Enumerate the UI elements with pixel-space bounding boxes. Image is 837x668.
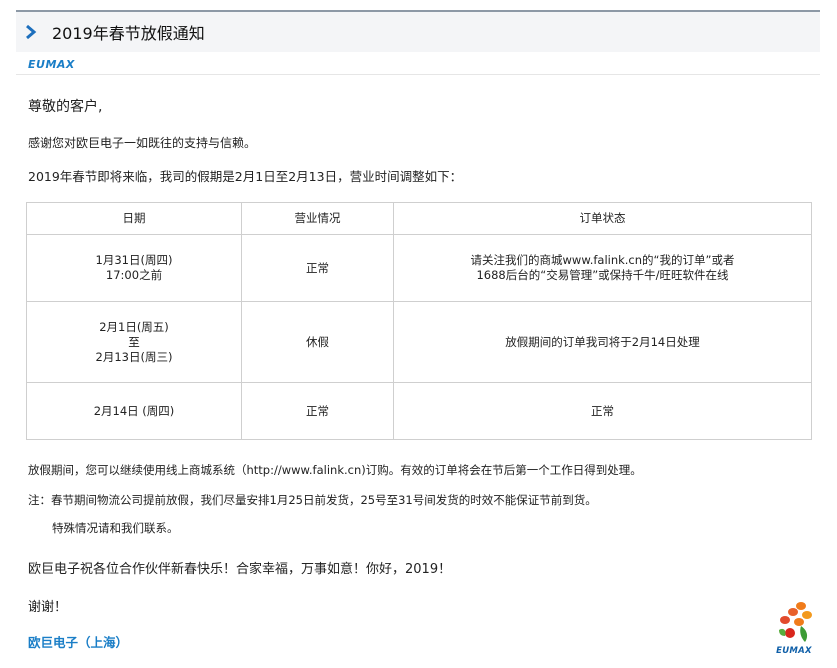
date-line: 1月31日(周四) xyxy=(95,253,173,268)
schedule-table: 日期 营业情况 订单状态 1月31日(周四) 17:00之前 正常 请关注我们的… xyxy=(26,201,812,440)
order-cell: 请关注我们的商城www.falink.cn的“我的订单”或者 1688后台的“交… xyxy=(393,234,812,303)
new-year-wish: 欧巨电子祝各位合作伙伴新春快乐！合家幸福，万事如意！你好，2019！ xyxy=(28,562,452,577)
closing-text: 谢谢！ xyxy=(28,600,68,615)
table-row: 2月14日 (周四) 正常 正常 xyxy=(26,382,812,440)
order-line: 正常 xyxy=(591,403,614,418)
table-header-row: 日期 营业情况 订单状态 xyxy=(26,201,812,236)
status-cell: 正常 xyxy=(241,234,394,303)
date-line: 17:00之前 xyxy=(105,268,163,283)
header-date: 日期 xyxy=(26,201,242,236)
order-cell: 放假期间的订单我司将于2月14日处理 xyxy=(393,301,812,384)
note-online-store: 放假期间，您可以继续使用线上商城系统（http://www.falink.cn)… xyxy=(28,463,642,477)
date-line: 2月14日 (周四) xyxy=(93,403,175,418)
date-line: 2月1日(周五) xyxy=(99,319,169,334)
order-line: 放假期间的订单我司将于2月14日处理 xyxy=(505,334,700,349)
note-contact: 特殊情况请和我们联系。 xyxy=(52,521,179,535)
date-cell: 2月1日(周五) 至 2月13日(周三) xyxy=(26,301,242,384)
order-line: 请关注我们的商城www.falink.cn的“我的订单”或者 xyxy=(470,253,735,268)
date-cell: 2月14日 (周四) xyxy=(26,382,242,440)
order-line: 1688后台的“交易管理”或保持千牛/旺旺软件在线 xyxy=(476,268,729,283)
greeting-text: 尊敬的客户, xyxy=(28,99,103,115)
chevron-right-icon xyxy=(24,24,46,40)
notice-header: 2019年春节放假通知 xyxy=(16,12,820,52)
thanks-text: 感谢您对欧巨电子一如既往的支持与信赖。 xyxy=(28,136,257,150)
intro-text: 2019年春节即将来临，我司的假期是2月1日至2月13日，营业时间调整如下： xyxy=(28,169,463,184)
flower-logo-icon: EUMAX xyxy=(771,600,817,656)
status-cell: 休假 xyxy=(241,301,394,384)
table-row: 2月1日(周五) 至 2月13日(周三) 休假 放假期间的订单我司将于2月14日… xyxy=(26,301,812,384)
order-cell: 正常 xyxy=(393,382,812,440)
note-logistics: 注：春节期间物流公司提前放假，我们尽量安排1月25日前发货，25号至31号间发货… xyxy=(28,493,597,507)
date-line: 2月13日(周三) xyxy=(95,349,173,364)
page-title: 2019年春节放假通知 xyxy=(52,24,205,43)
date-cell: 1月31日(周四) 17:00之前 xyxy=(26,234,242,303)
date-line: 至 xyxy=(128,334,140,349)
header-order-status: 订单状态 xyxy=(393,201,812,236)
header-business-status: 营业情况 xyxy=(241,201,394,236)
logo-text: EUMAX xyxy=(776,646,812,656)
brand-name: EUMAX xyxy=(28,58,75,71)
divider xyxy=(16,74,820,75)
signature: 欧巨电子（上海） xyxy=(28,635,129,650)
status-cell: 正常 xyxy=(241,382,394,440)
notice-page: 2019年春节放假通知 EUMAX 尊敬的客户, 感谢您对欧巨电子一如既往的支持… xyxy=(16,10,820,660)
table-row: 1月31日(周四) 17:00之前 正常 请关注我们的商城www.falink.… xyxy=(26,234,812,303)
